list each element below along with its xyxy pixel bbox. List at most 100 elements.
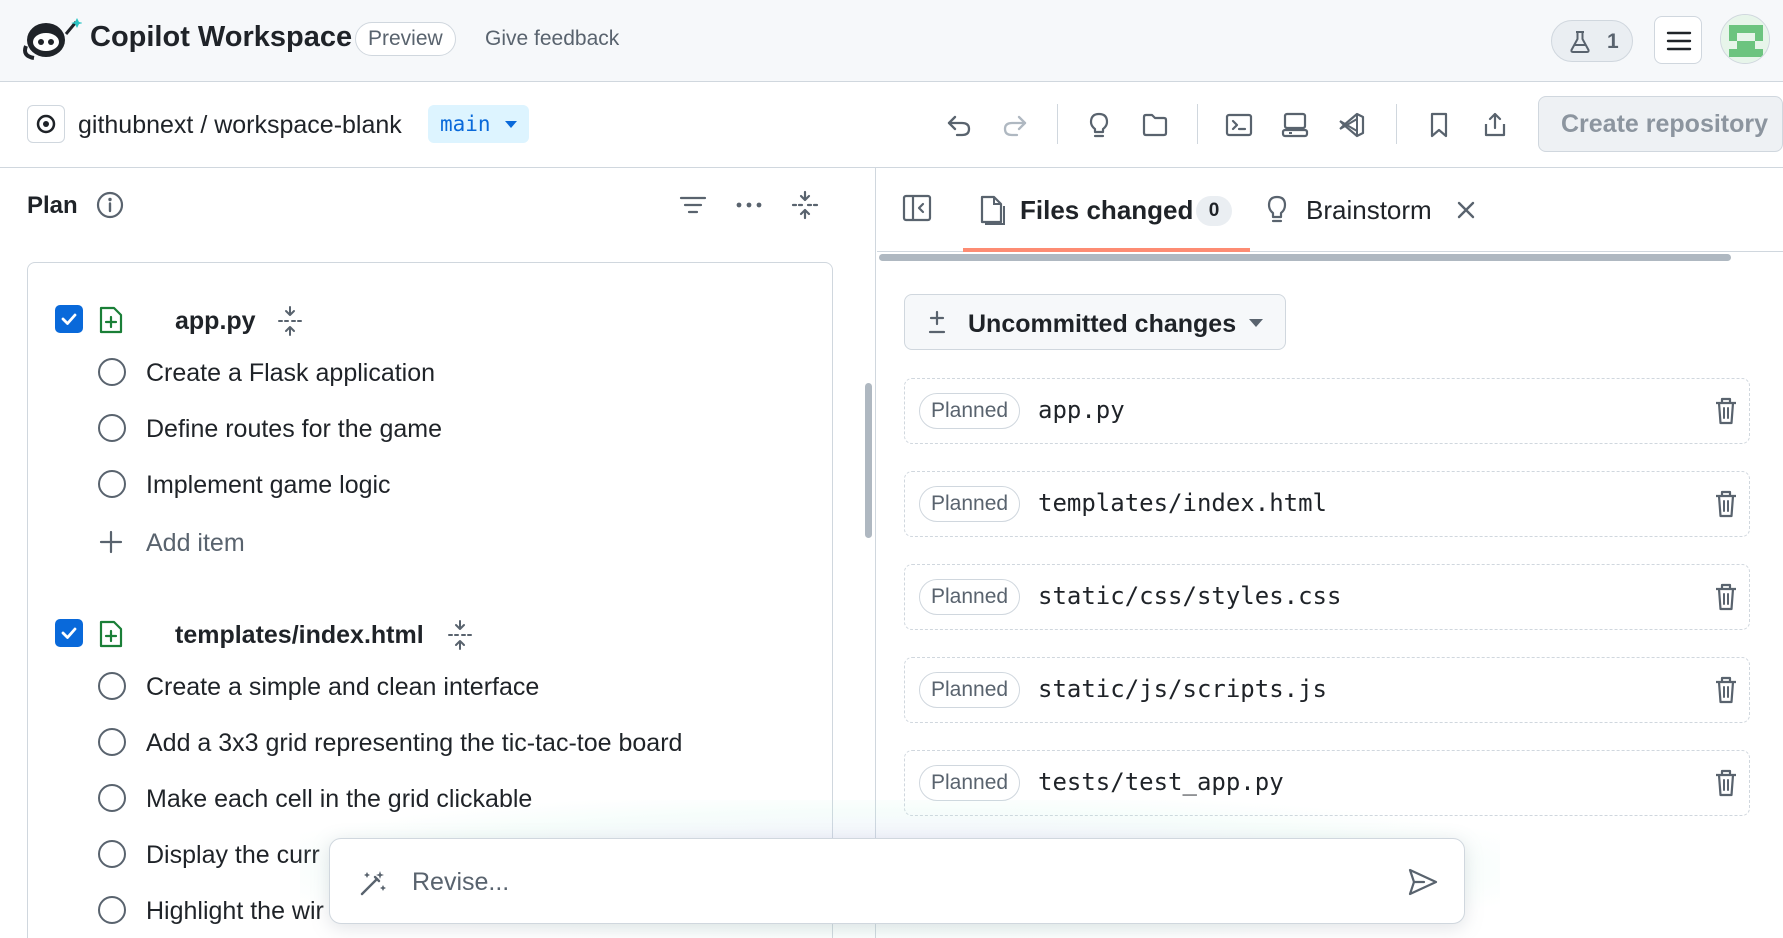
top-header: Copilot Workspace Preview Give feedback … [0,0,1783,82]
files-button[interactable] [1138,108,1172,142]
file-checkbox[interactable] [55,305,83,333]
task-status-circle-icon[interactable] [98,784,126,812]
toggle-sidebar-button[interactable] [901,192,933,224]
bookmark-button[interactable] [1422,108,1456,142]
flask-icon [1570,31,1590,53]
trash-icon[interactable] [1713,582,1739,612]
more-options-button[interactable] [734,190,764,220]
task-status-circle-icon[interactable] [98,358,126,386]
share-button[interactable] [1478,108,1512,142]
toolbar-divider [1396,104,1397,144]
tab-brainstorm[interactable]: Brainstorm [1263,168,1453,252]
plan-panel: Plan app.py Create a Flask application D… [0,168,876,938]
revise-input[interactable] [412,861,1312,903]
redo-button[interactable] [998,108,1032,142]
branch-name: main [440,112,491,136]
plan-task-item: Define routes for the game [98,414,748,444]
task-label[interactable]: Create a simple and clean interface [146,673,539,702]
filter-button[interactable] [678,190,708,220]
codespace-button[interactable] [1278,108,1312,142]
check-icon [61,313,77,325]
uncommitted-changes-dropdown[interactable]: Uncommitted changes [904,294,1286,350]
hamburger-icon [1666,31,1692,51]
preview-badge: Preview [355,22,456,56]
vscode-button[interactable] [1334,108,1368,142]
send-icon[interactable] [1407,867,1439,897]
chevron-down-icon [504,121,517,128]
task-label[interactable]: Make each cell in the grid clickable [146,785,532,814]
plan-file-row: app.py [55,305,315,336]
info-icon [96,191,124,219]
user-avatar[interactable] [1720,14,1770,64]
check-icon [61,627,77,639]
task-status-circle-icon[interactable] [98,896,126,924]
task-status-circle-icon[interactable] [98,840,126,868]
task-label[interactable]: Display the curr [146,841,320,870]
plan-task-item: Implement game logic [98,470,748,500]
repo-toolbar: githubnext / workspace-blank main Create… [0,82,1783,168]
close-brainstorm-tab-button[interactable] [1454,198,1478,222]
task-status-circle-icon[interactable] [98,470,126,498]
magic-wand-icon [360,871,386,896]
change-row[interactable]: Planned static/css/styles.css [904,564,1750,630]
change-file-path: app.py [1038,396,1125,424]
add-item-button[interactable]: Add item [98,528,298,558]
change-row[interactable]: Planned templates/index.html [904,471,1750,537]
terminal-button[interactable] [1222,108,1256,142]
tabs-scrollbar[interactable] [879,254,1731,261]
task-status-circle-icon[interactable] [98,728,126,756]
file-checkbox[interactable] [55,619,83,647]
fold-icon[interactable] [447,620,473,650]
trash-icon[interactable] [1713,675,1739,705]
task-status-circle-icon[interactable] [98,672,126,700]
plan-task-item: Create a Flask application [98,358,748,388]
task-label[interactable]: Add a 3x3 grid representing the tic-tac-… [146,729,682,758]
trash-icon[interactable] [1713,396,1739,426]
fold-icon [791,190,819,220]
copilot-logo-icon[interactable] [20,16,82,62]
status-badge: Planned [919,393,1021,429]
dropdown-label: Uncommitted changes [968,310,1237,338]
create-repository-button[interactable]: Create repository [1538,96,1783,152]
info-button[interactable] [95,190,125,220]
task-status-circle-icon[interactable] [98,414,126,442]
kebab-horizontal-icon [736,202,762,208]
fold-icon[interactable] [277,306,303,336]
collapse-all-button[interactable] [790,190,820,220]
plan-task-item: Make each cell in the grid clickable [98,784,798,814]
task-label[interactable]: Implement game logic [146,471,391,500]
sidebar-collapse-icon [902,194,932,222]
trash-icon[interactable] [1713,489,1739,519]
hamburger-menu-button[interactable] [1654,16,1702,64]
brainstorm-button[interactable] [1082,108,1116,142]
redo-icon [1003,115,1027,137]
lightbulb-icon [1267,195,1287,223]
app-title: Copilot Workspace [90,21,353,53]
change-file-path: tests/test_app.py [1038,768,1284,796]
labs-count: 1 [1607,30,1619,53]
repo-path[interactable]: githubnext / workspace-blank [78,111,402,140]
files-changed-count: 0 [1196,196,1232,226]
undo-button[interactable] [942,108,976,142]
githubnext-logo-icon [36,114,56,134]
give-feedback-link[interactable]: Give feedback [485,27,619,51]
file-diff-icon [980,195,1005,225]
plan-task-item: Create a simple and clean interface [98,672,798,702]
branch-selector[interactable]: main [428,105,529,143]
plan-scrollbar[interactable] [865,383,872,538]
trash-icon[interactable] [1713,768,1739,798]
vscode-icon [1339,112,1365,138]
task-label[interactable]: Highlight the wir [146,897,324,926]
server-icon [1281,112,1309,138]
plan-task-item: Add a 3x3 grid representing the tic-tac-… [98,728,798,758]
task-label[interactable]: Define routes for the game [146,415,442,444]
change-row[interactable]: Planned tests/test_app.py [904,750,1750,816]
labs-button[interactable]: 1 [1551,20,1633,62]
plan-file-name[interactable]: templates/index.html [175,621,424,650]
file-added-icon [99,306,123,334]
change-row[interactable]: Planned app.py [904,378,1750,444]
task-label[interactable]: Create a Flask application [146,359,435,388]
plan-file-name[interactable]: app.py [175,307,256,336]
tab-files-changed[interactable]: Files changed 0 [963,168,1250,252]
change-row[interactable]: Planned static/js/scripts.js [904,657,1750,723]
